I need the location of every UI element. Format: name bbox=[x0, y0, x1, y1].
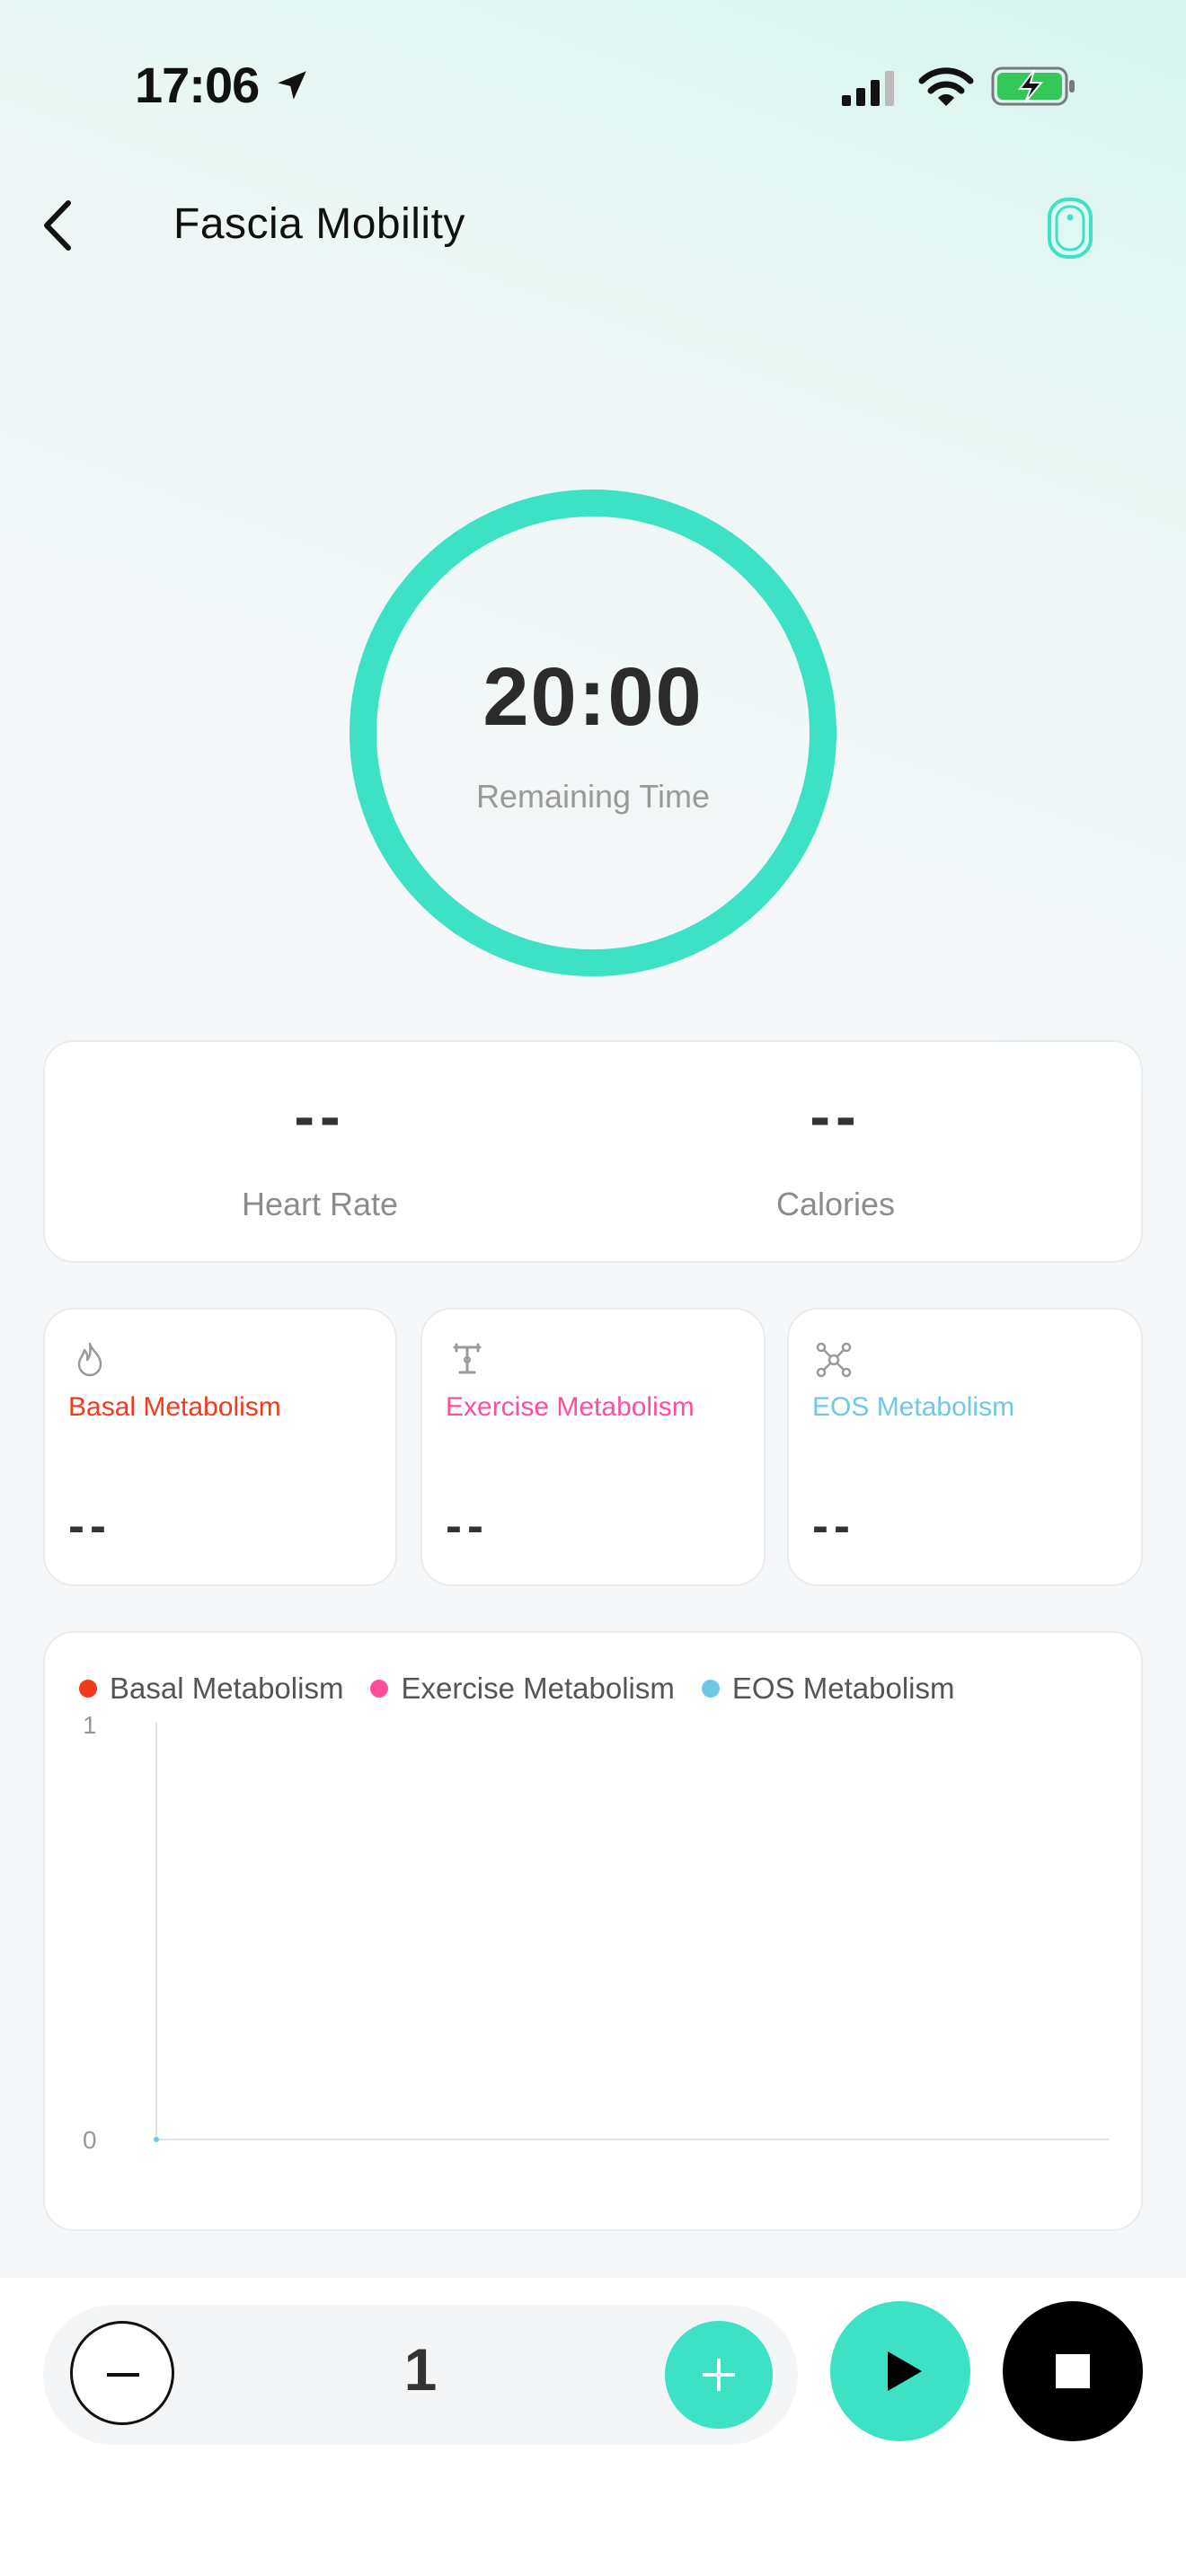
heart-rate-label: Heart Rate bbox=[241, 1186, 399, 1222]
status-time: 17:06 bbox=[135, 57, 260, 113]
cellular-signal-icon bbox=[842, 71, 894, 106]
stepper-value: 1 bbox=[403, 2336, 438, 2403]
chart-plot-area: 1 0 bbox=[83, 1711, 1109, 2154]
origin-point bbox=[154, 2137, 159, 2142]
flame-icon bbox=[77, 1342, 102, 1377]
calories-label: Calories bbox=[775, 1186, 896, 1222]
calories-value: -- bbox=[810, 1082, 862, 1151]
exercise-metabolism-value: -- bbox=[446, 1499, 489, 1553]
eos-metabolism-card: EOS Metabolism -- bbox=[787, 1308, 1143, 1586]
heart-rate-stat: -- Heart Rate bbox=[45, 1042, 595, 1265]
dumbbell-icon bbox=[453, 1343, 482, 1374]
basal-metabolism-label: Basal Metabolism bbox=[68, 1392, 281, 1422]
level-stepper: 1 bbox=[43, 2305, 798, 2445]
stop-button[interactable] bbox=[1003, 2301, 1143, 2441]
wifi-icon bbox=[918, 67, 974, 106]
timer-ring: 20:00 Remaining Time bbox=[349, 489, 837, 977]
eos-metabolism-value: -- bbox=[812, 1499, 855, 1553]
stats-card: -- Heart Rate -- Calories bbox=[43, 1040, 1143, 1263]
play-button[interactable] bbox=[830, 2301, 970, 2441]
basal-metabolism-value: -- bbox=[68, 1499, 111, 1553]
y-tick-label-bottom: 0 bbox=[83, 2126, 97, 2154]
page-title: Fascia Mobility bbox=[173, 200, 465, 248]
back-chevron-icon[interactable] bbox=[36, 196, 81, 255]
remaining-time-label: Remaining Time bbox=[475, 778, 711, 815]
exercise-metabolism-card: Exercise Metabolism -- bbox=[420, 1308, 766, 1586]
status-bar: 17:06 bbox=[0, 0, 1186, 162]
battery-charging-icon bbox=[991, 66, 1075, 106]
eos-metabolism-label: EOS Metabolism bbox=[812, 1392, 1015, 1422]
calories-stat: -- Calories bbox=[561, 1042, 1111, 1265]
bottom-control-bar: 1 bbox=[0, 2278, 1186, 2576]
molecule-icon bbox=[816, 1342, 852, 1378]
heart-rate-value: -- bbox=[294, 1082, 346, 1151]
metabolism-chart: Basal Metabolism Exercise Metabolism EOS… bbox=[43, 1631, 1143, 2231]
exercise-metabolism-label: Exercise Metabolism bbox=[446, 1392, 695, 1422]
basal-metabolism-card: Basal Metabolism -- bbox=[43, 1308, 397, 1586]
location-arrow-icon bbox=[278, 71, 306, 100]
increase-button[interactable] bbox=[665, 2321, 773, 2429]
decrease-button[interactable] bbox=[70, 2321, 174, 2425]
remaining-time-value: 20:00 bbox=[482, 651, 704, 743]
y-tick-label-top: 1 bbox=[83, 1711, 97, 1739]
device-icon[interactable] bbox=[1042, 194, 1098, 262]
